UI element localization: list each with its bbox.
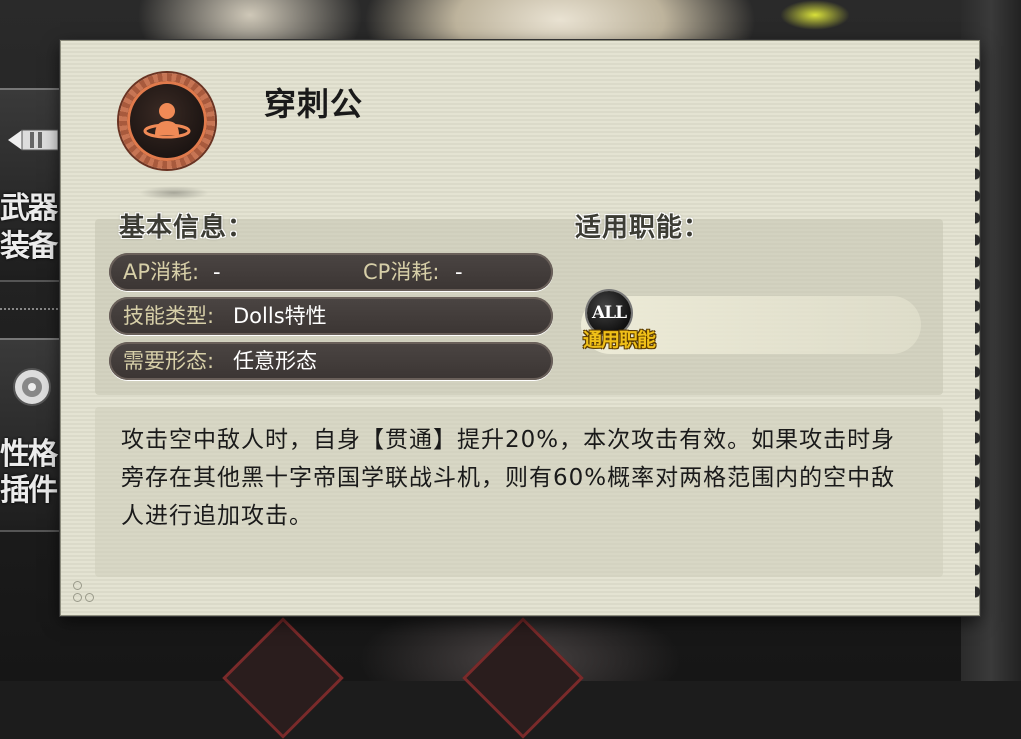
- side-item-weapon-label-line2: 装备: [0, 229, 58, 264]
- cp-cost-label: CP消耗:: [363, 260, 440, 284]
- weapon-icon: [8, 129, 58, 151]
- side-item-weapon[interactable]: 武器 装备: [0, 88, 62, 282]
- skill-description: 攻击空中敌人时，自身【贯通】提升20%，本次攻击有效。如果攻击时身旁存在其他黑十…: [121, 427, 896, 529]
- side-item-personality-label-line2: 插件: [0, 473, 58, 508]
- roles-heading: 适用职能：: [575, 213, 711, 243]
- basic-info-heading: 基本信息：: [119, 213, 255, 243]
- person-orbit-icon: [143, 103, 191, 139]
- role-badge-label: 通用职能: [583, 329, 656, 351]
- skill-icon: [119, 73, 215, 169]
- side-item-personality-label-line1: 性格: [0, 437, 58, 472]
- background-glint: [780, 0, 850, 30]
- side-item-personality[interactable]: 性格 插件: [0, 338, 62, 532]
- ap-cost-label: AP消耗:: [123, 260, 200, 284]
- corner-decoration: [73, 581, 99, 607]
- cost-info-bar: AP消耗: - CP消耗: -: [109, 253, 553, 291]
- skill-icon-shadow: [139, 186, 209, 200]
- gear-icon: [13, 368, 51, 406]
- role-badge-all[interactable]: ALL 通用职能: [583, 291, 673, 357]
- side-menu-divider: [0, 308, 62, 310]
- required-form-value: 任意形态: [233, 349, 317, 373]
- dialog-perforated-edge: [975, 57, 989, 599]
- skill-detail-dialog: 穿刺公 基本信息： 适用职能： AP消耗: - CP消耗: - 技能类型: Do…: [60, 40, 989, 616]
- skill-type-value: Dolls特性: [233, 304, 327, 328]
- role-badge-coin-text: ALL: [591, 303, 627, 323]
- side-item-weapon-label-line1: 武器: [0, 191, 58, 226]
- side-menu: 武器 装备 性格 插件: [0, 88, 62, 538]
- required-form-label: 需要形态:: [123, 349, 215, 373]
- skill-name: 穿刺公: [264, 85, 364, 123]
- required-form-bar: 需要形态: 任意形态: [109, 342, 553, 380]
- skill-type-label: 技能类型:: [123, 304, 215, 328]
- ap-cost-value: -: [213, 260, 221, 284]
- cp-cost-value: -: [455, 260, 463, 284]
- skill-type-bar: 技能类型: Dolls特性: [109, 297, 553, 335]
